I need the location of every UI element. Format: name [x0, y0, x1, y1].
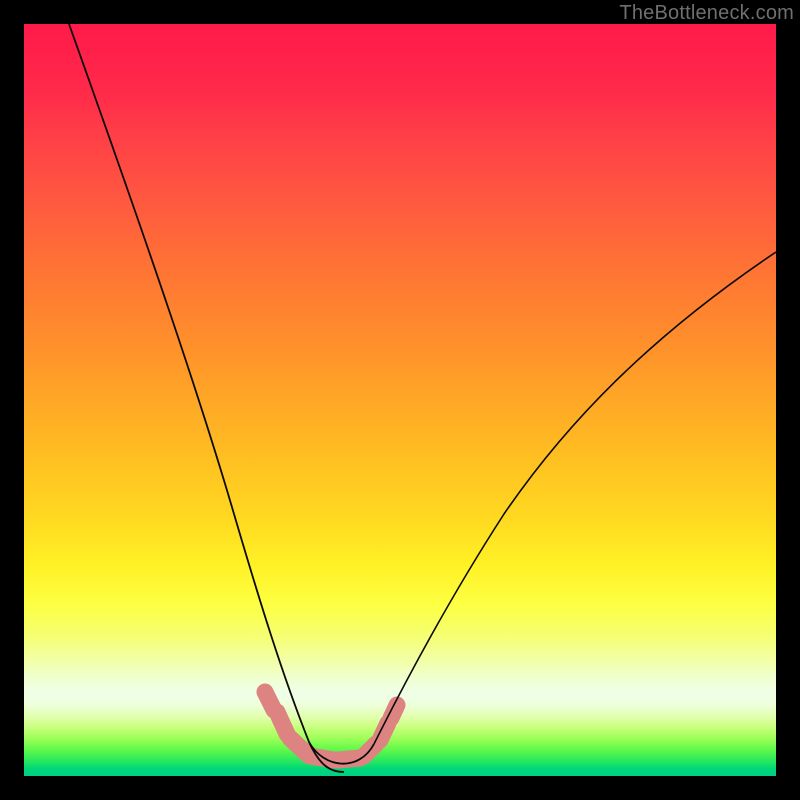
beads-highlight — [265, 692, 397, 760]
watermark-text: TheBottleneck.com — [619, 2, 794, 25]
chart-container — [24, 24, 776, 776]
right-curve — [374, 252, 776, 744]
chart-svg — [24, 24, 776, 776]
left-curve — [69, 24, 344, 772]
